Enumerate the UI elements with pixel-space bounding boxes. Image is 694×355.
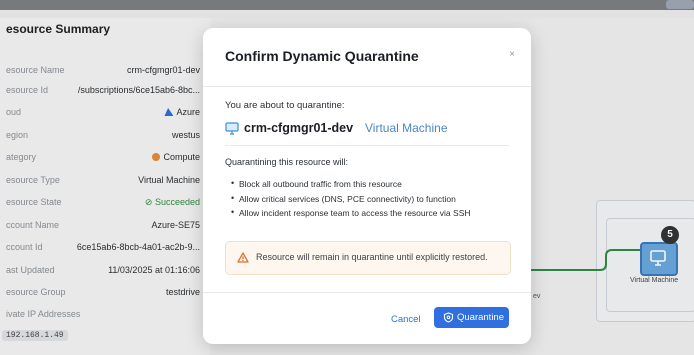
resource-name: crm-cfgmgr01-dev: [244, 121, 354, 135]
effect-item: Allow critical services (DNS, PCE connec…: [231, 193, 471, 209]
confirm-quarantine-dialog: Confirm Dynamic Quarantine × You are abo…: [203, 28, 531, 344]
intro-text: You are about to quarantine:: [225, 100, 345, 111]
footer-divider: [203, 292, 531, 293]
effects-list: Block all outbound traffic from this res…: [231, 178, 471, 223]
quarantine-button[interactable]: Quarantine: [434, 307, 509, 328]
warning-icon: [237, 252, 249, 263]
warning-banner: Resource will remain in quarantine until…: [225, 241, 511, 275]
cancel-button[interactable]: Cancel: [391, 314, 421, 325]
warning-text: Resource will remain in quarantine until…: [256, 252, 488, 262]
resource-type: Virtual Machine: [365, 121, 448, 135]
effect-item: Block all outbound traffic from this res…: [231, 178, 471, 194]
dialog-title: Confirm Dynamic Quarantine: [225, 48, 419, 64]
close-button[interactable]: ×: [509, 49, 515, 60]
header-divider: [203, 86, 531, 87]
shield-icon: [443, 312, 454, 323]
effect-item: Allow incident response team to access t…: [231, 207, 471, 223]
vm-icon: [225, 122, 239, 135]
content-divider: [225, 145, 509, 146]
effects-heading: Quarantining this resource will:: [225, 157, 349, 167]
